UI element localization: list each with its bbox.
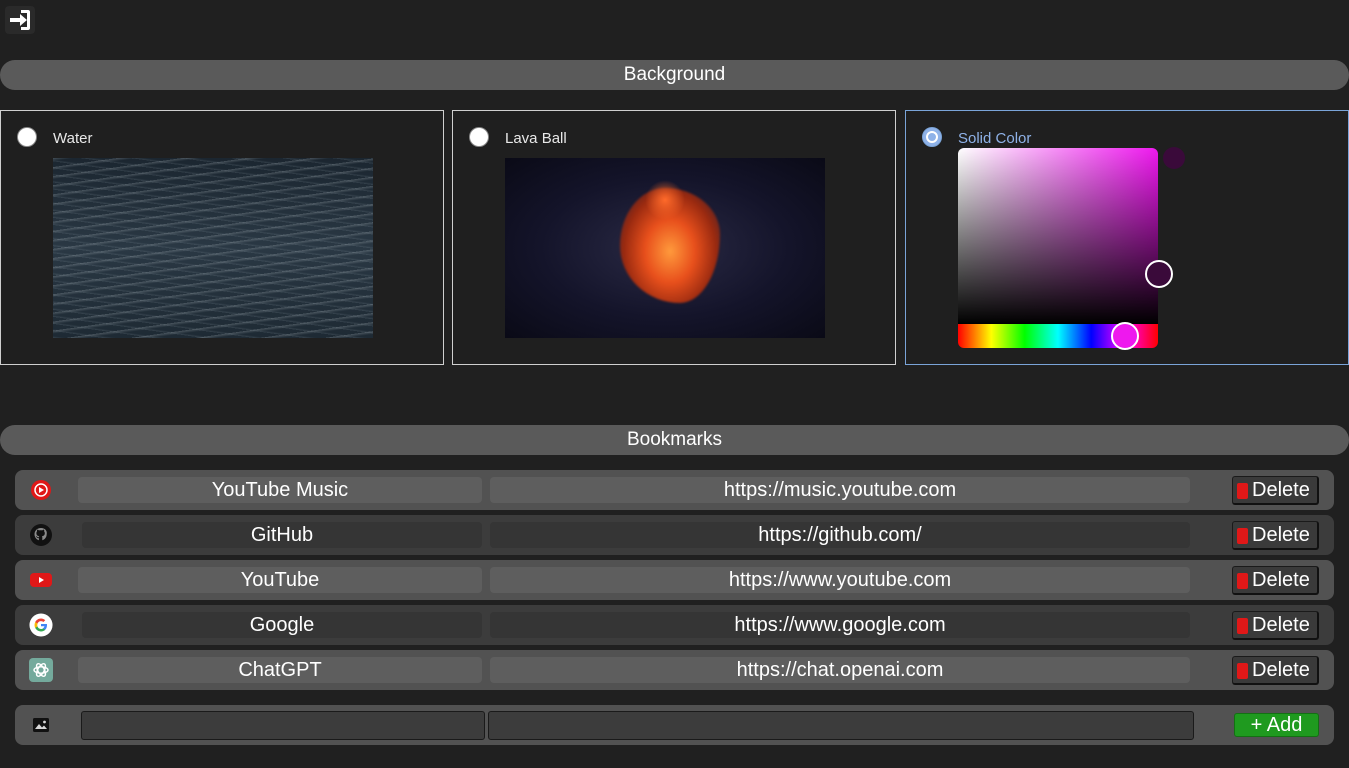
youtube-music-icon: [29, 478, 53, 502]
lava-blob-glow: [645, 180, 685, 220]
delete-button[interactable]: Delete: [1232, 656, 1319, 685]
delete-label: Delete: [1252, 613, 1310, 636]
bookmark-url[interactable]: https://github.com/: [490, 522, 1190, 548]
delete-label: Delete: [1252, 568, 1310, 591]
solid-color-label: Solid Color: [958, 130, 1032, 147]
bookmark-url[interactable]: https://music.youtube.com: [490, 477, 1190, 503]
new-bookmark-name-input[interactable]: [81, 711, 485, 740]
bookmark-name[interactable]: GitHub: [82, 522, 482, 548]
trash-icon: [1237, 528, 1248, 544]
google-icon: [29, 613, 53, 637]
bookmark-url[interactable]: https://chat.openai.com: [490, 657, 1190, 683]
bookmark-row: ChatGPT https://chat.openai.com Delete: [15, 650, 1334, 690]
bookmark-url[interactable]: https://www.google.com: [490, 612, 1190, 638]
bookmark-name[interactable]: YouTube: [78, 567, 482, 593]
login-button[interactable]: [5, 6, 35, 34]
color-picker[interactable]: [958, 148, 1158, 348]
youtube-icon: [29, 568, 53, 592]
delete-label: Delete: [1252, 658, 1310, 681]
background-option-solid-color[interactable]: Solid Color: [905, 110, 1349, 365]
trash-icon: [1237, 618, 1248, 634]
delete-button[interactable]: Delete: [1232, 521, 1319, 550]
bookmark-row: YouTube Music https://music.youtube.com …: [15, 470, 1334, 510]
solid-color-radio[interactable]: [922, 127, 942, 147]
add-bookmark-row: + Add: [15, 705, 1334, 745]
water-preview-image: [53, 158, 373, 338]
delete-button[interactable]: Delete: [1232, 476, 1319, 505]
lava-ball-preview-image: [505, 158, 825, 338]
trash-icon: [1237, 573, 1248, 589]
github-icon: [29, 523, 53, 547]
delete-label: Delete: [1252, 478, 1310, 501]
background-option-lava-ball[interactable]: Lava Ball: [452, 110, 896, 365]
background-section-title: Background: [0, 60, 1349, 90]
bookmark-row: GitHub https://github.com/ Delete: [15, 515, 1334, 555]
trash-icon: [1237, 483, 1248, 499]
background-option-water[interactable]: Water: [0, 110, 444, 365]
bookmark-name[interactable]: Google: [82, 612, 482, 638]
bookmarks-section-title: Bookmarks: [0, 425, 1349, 455]
image-icon[interactable]: [29, 713, 53, 737]
water-radio[interactable]: [17, 127, 37, 147]
delete-label: Delete: [1252, 523, 1310, 546]
bookmark-row: YouTube https://www.youtube.com Delete: [15, 560, 1334, 600]
trash-icon: [1237, 663, 1248, 679]
lava-ball-radio[interactable]: [469, 127, 489, 147]
add-button[interactable]: + Add: [1234, 713, 1319, 737]
bookmark-row: Google https://www.google.com Delete: [15, 605, 1334, 645]
delete-button[interactable]: Delete: [1232, 611, 1319, 640]
value-overlay: [958, 148, 1158, 324]
new-bookmark-url-input[interactable]: [488, 711, 1194, 740]
delete-button[interactable]: Delete: [1232, 566, 1319, 595]
color-swatch: [1163, 147, 1185, 169]
chatgpt-icon: [29, 658, 53, 682]
bookmark-url[interactable]: https://www.youtube.com: [490, 567, 1190, 593]
hue-pointer[interactable]: [1111, 322, 1139, 350]
water-label: Water: [53, 130, 93, 147]
bookmark-name[interactable]: YouTube Music: [78, 477, 482, 503]
saturation-pointer[interactable]: [1145, 260, 1173, 288]
lava-ball-label: Lava Ball: [505, 130, 567, 147]
login-icon: [10, 10, 30, 30]
bookmark-name[interactable]: ChatGPT: [78, 657, 482, 683]
